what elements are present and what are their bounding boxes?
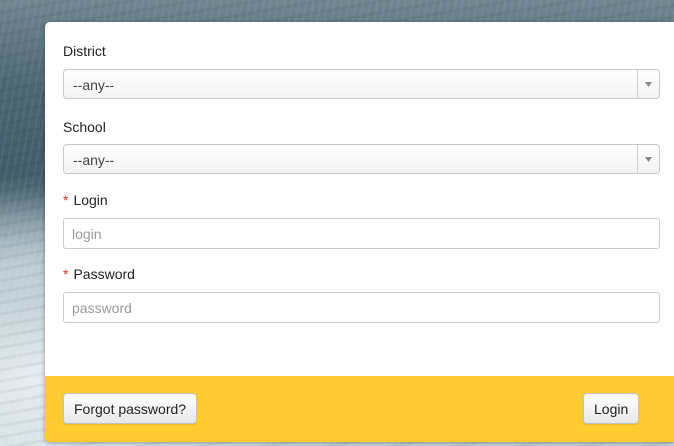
school-select[interactable]: --any--	[63, 144, 660, 174]
password-label-text: Password	[73, 266, 135, 282]
login-input[interactable]	[63, 218, 660, 249]
login-panel: District --any-- School --any-- *Login *…	[45, 22, 674, 442]
school-label-text: School	[63, 119, 106, 135]
required-marker: *	[63, 192, 69, 208]
district-label: District	[63, 43, 106, 59]
required-marker: *	[63, 266, 69, 282]
district-label-text: District	[63, 43, 106, 59]
chevron-down-icon[interactable]	[637, 145, 659, 173]
district-select[interactable]: --any--	[63, 69, 660, 99]
forgot-password-button[interactable]: Forgot password?	[63, 393, 198, 424]
school-select-value: --any--	[73, 152, 115, 168]
login-label-text: Login	[73, 192, 108, 208]
district-select-value: --any--	[73, 77, 115, 93]
login-button[interactable]: Login	[583, 393, 640, 424]
password-label: * Password	[63, 266, 135, 282]
form-footer: Forgot password? Login	[45, 376, 674, 442]
login-label: * Login	[63, 192, 108, 208]
chevron-down-icon[interactable]	[637, 70, 659, 98]
school-label: School	[63, 119, 106, 135]
password-input[interactable]	[63, 292, 660, 323]
